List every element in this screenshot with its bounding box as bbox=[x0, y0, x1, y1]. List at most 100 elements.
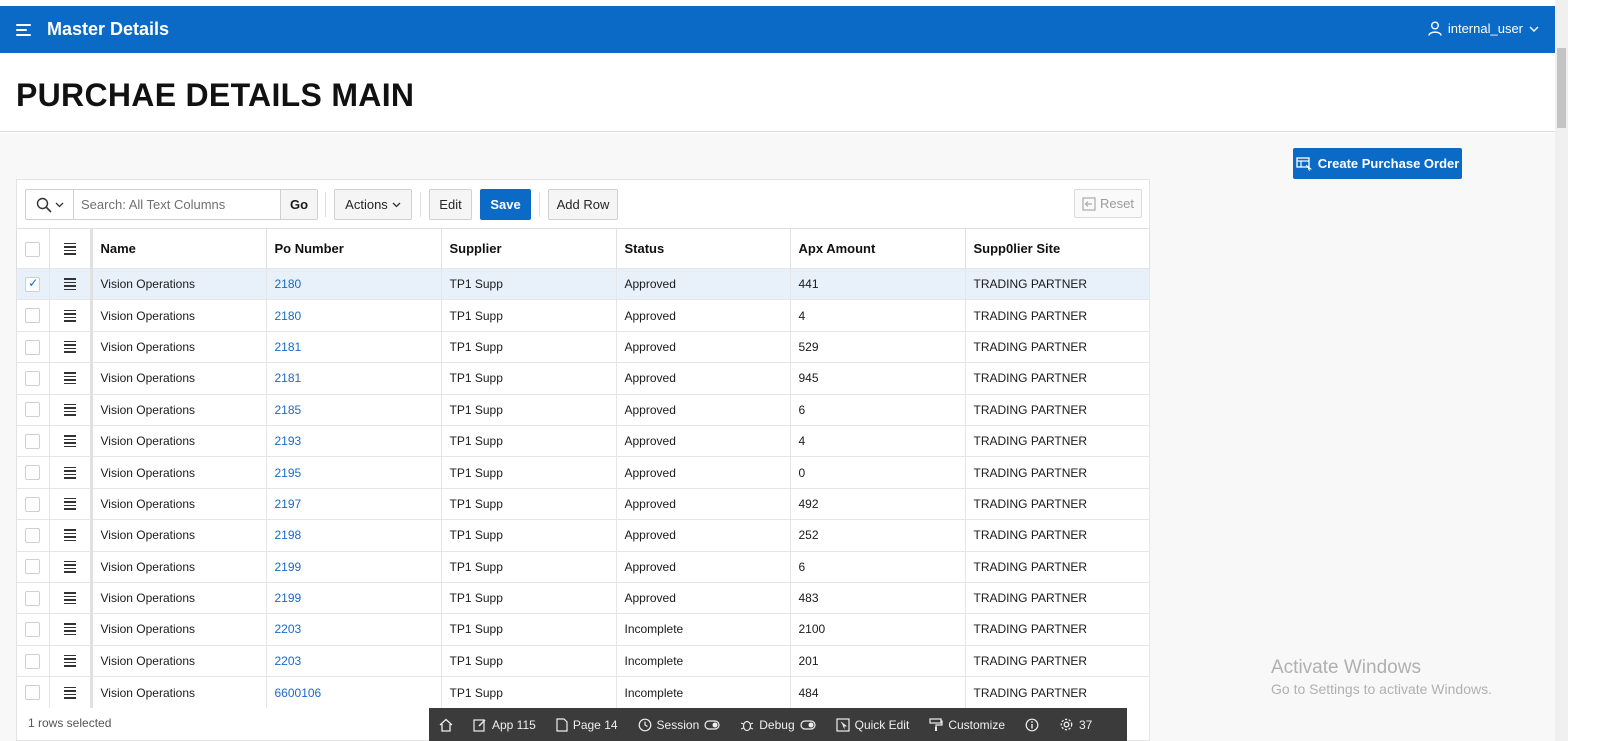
cell-apx-amount[interactable]: 0 bbox=[790, 456, 966, 489]
cell-po-number[interactable]: 2195 bbox=[266, 456, 442, 489]
cell-apx-amount[interactable]: 2100 bbox=[790, 613, 966, 646]
cell-supplier[interactable]: TP1 Supp bbox=[441, 393, 617, 426]
table-row[interactable]: Vision Operations 2185 TP1 Supp Approved 6 TR… bbox=[17, 393, 1150, 426]
row-checkbox[interactable] bbox=[25, 653, 41, 669]
cell-po-number[interactable]: 2198 bbox=[266, 519, 442, 552]
dev-session-button[interactable]: Session bbox=[628, 708, 731, 741]
row-actions-cell[interactable] bbox=[49, 550, 93, 583]
cell-apx-amount[interactable]: 252 bbox=[790, 519, 966, 552]
cell-apx-amount[interactable]: 6 bbox=[790, 550, 966, 583]
po-number-link[interactable]: 2199 bbox=[275, 591, 302, 605]
po-number-link[interactable]: 2203 bbox=[275, 622, 302, 636]
row-actions-cell[interactable] bbox=[49, 299, 93, 332]
po-number-link[interactable]: 2180 bbox=[275, 309, 302, 323]
row-checkbox[interactable] bbox=[25, 402, 41, 418]
column-header-po-number[interactable]: Po Number bbox=[266, 228, 442, 269]
row-select-cell[interactable] bbox=[17, 424, 50, 457]
cell-supplier-site[interactable]: TRADING PARTNER bbox=[965, 581, 1150, 614]
row-actions-cell[interactable] bbox=[49, 330, 93, 363]
save-button[interactable]: Save bbox=[480, 189, 531, 220]
cell-name[interactable]: Vision Operations bbox=[91, 676, 267, 708]
cell-po-number[interactable]: 2180 bbox=[266, 267, 442, 300]
cell-supplier[interactable]: TP1 Supp bbox=[441, 330, 617, 363]
table-row[interactable]: Vision Operations 2193 TP1 Supp Approved 4 TR… bbox=[17, 424, 1150, 457]
cell-apx-amount[interactable]: 441 bbox=[790, 267, 966, 300]
cell-status[interactable]: Incomplete bbox=[616, 676, 791, 708]
cell-supplier-site[interactable]: TRADING PARTNER bbox=[965, 519, 1150, 552]
table-row[interactable]: Vision Operations 2181 TP1 Supp Approved 945… bbox=[17, 362, 1150, 395]
cell-supplier[interactable]: TP1 Supp bbox=[441, 456, 617, 489]
row-actions-cell[interactable] bbox=[49, 519, 93, 552]
cell-supplier[interactable]: TP1 Supp bbox=[441, 613, 617, 646]
row-select-cell[interactable] bbox=[17, 330, 50, 363]
select-all-checkbox[interactable] bbox=[25, 241, 41, 257]
row-checkbox[interactable] bbox=[25, 685, 41, 701]
cell-po-number[interactable]: 6600106 bbox=[266, 676, 442, 708]
cell-name[interactable]: Vision Operations bbox=[91, 644, 267, 677]
cell-po-number[interactable]: 2180 bbox=[266, 299, 442, 332]
table-row[interactable]: Vision Operations 6600106 TP1 Supp Incomple… bbox=[17, 676, 1150, 708]
cell-supplier-site[interactable]: TRADING PARTNER bbox=[965, 456, 1150, 489]
table-row[interactable]: Vision Operations 2195 TP1 Supp Approved 0 TR… bbox=[17, 456, 1150, 489]
po-number-link[interactable]: 2181 bbox=[275, 340, 302, 354]
row-actions-menu-icon[interactable] bbox=[63, 621, 76, 637]
search-input[interactable] bbox=[74, 190, 280, 219]
row-actions-menu-icon[interactable] bbox=[63, 370, 76, 386]
row-actions-menu-icon[interactable] bbox=[63, 402, 76, 418]
cell-name[interactable]: Vision Operations bbox=[91, 581, 267, 614]
row-actions-menu-icon[interactable] bbox=[63, 276, 76, 292]
table-row[interactable]: Vision Operations 2197 TP1 Supp Approved 492… bbox=[17, 487, 1150, 520]
row-actions-menu-icon[interactable] bbox=[63, 527, 76, 543]
cell-supplier[interactable]: TP1 Supp bbox=[441, 676, 617, 708]
row-select-cell[interactable] bbox=[17, 393, 50, 426]
table-row[interactable]: Vision Operations 2199 TP1 Supp Approved 6 TR… bbox=[17, 550, 1150, 583]
table-row[interactable]: Vision Operations 2199 TP1 Supp Approved 483… bbox=[17, 581, 1150, 614]
row-actions-cell[interactable] bbox=[49, 267, 93, 300]
cell-apx-amount[interactable]: 945 bbox=[790, 362, 966, 395]
row-actions-menu-icon[interactable] bbox=[63, 433, 76, 449]
user-menu[interactable]: internal_user bbox=[1428, 21, 1539, 36]
select-all-header[interactable] bbox=[17, 228, 50, 269]
search-column-selector[interactable] bbox=[26, 190, 74, 219]
row-select-cell[interactable] bbox=[17, 299, 50, 332]
cell-name[interactable]: Vision Operations bbox=[91, 393, 267, 426]
dev-home-button[interactable] bbox=[429, 708, 463, 741]
column-header-apx-amount[interactable]: Apx Amount bbox=[790, 228, 966, 269]
row-checkbox[interactable] bbox=[25, 496, 41, 512]
column-header-supplier-site[interactable]: Supp0lier Site bbox=[965, 228, 1150, 269]
cell-status[interactable]: Approved bbox=[616, 267, 791, 300]
row-select-cell[interactable] bbox=[17, 581, 50, 614]
cell-name[interactable]: Vision Operations bbox=[91, 299, 267, 332]
row-checkbox[interactable] bbox=[25, 339, 41, 355]
cell-supplier[interactable]: TP1 Supp bbox=[441, 550, 617, 583]
cell-supplier-site[interactable]: TRADING PARTNER bbox=[965, 267, 1150, 300]
row-select-cell[interactable] bbox=[17, 267, 50, 300]
row-actions-menu-icon[interactable] bbox=[63, 590, 76, 606]
reset-button[interactable]: Reset bbox=[1074, 189, 1142, 218]
cell-apx-amount[interactable]: 4 bbox=[790, 299, 966, 332]
table-row[interactable]: Vision Operations 2180 TP1 Supp Approved 4 TR… bbox=[17, 299, 1150, 332]
row-actions-cell[interactable] bbox=[49, 456, 93, 489]
cell-supplier[interactable]: TP1 Supp bbox=[441, 424, 617, 457]
row-checkbox[interactable] bbox=[25, 527, 41, 543]
cell-po-number[interactable]: 2203 bbox=[266, 644, 442, 677]
po-number-link[interactable]: 2180 bbox=[275, 277, 302, 291]
dev-quick-edit-button[interactable]: Quick Edit bbox=[826, 708, 920, 741]
cell-supplier-site[interactable]: TRADING PARTNER bbox=[965, 424, 1150, 457]
cell-po-number[interactable]: 2185 bbox=[266, 393, 442, 426]
row-select-cell[interactable] bbox=[17, 613, 50, 646]
cell-name[interactable]: Vision Operations bbox=[91, 519, 267, 552]
cell-status[interactable]: Approved bbox=[616, 456, 791, 489]
actions-menu-button[interactable]: Actions bbox=[334, 189, 412, 220]
cell-supplier[interactable]: TP1 Supp bbox=[441, 581, 617, 614]
po-number-link[interactable]: 2199 bbox=[275, 560, 302, 574]
cell-po-number[interactable]: 2203 bbox=[266, 613, 442, 646]
row-select-cell[interactable] bbox=[17, 676, 50, 708]
cell-name[interactable]: Vision Operations bbox=[91, 362, 267, 395]
cell-supplier[interactable]: TP1 Supp bbox=[441, 267, 617, 300]
table-row[interactable]: Vision Operations 2198 TP1 Supp Approved 252… bbox=[17, 519, 1150, 552]
cell-supplier-site[interactable]: TRADING PARTNER bbox=[965, 644, 1150, 677]
cell-status[interactable]: Approved bbox=[616, 330, 791, 363]
cell-name[interactable]: Vision Operations bbox=[91, 550, 267, 583]
row-checkbox[interactable] bbox=[25, 590, 41, 606]
